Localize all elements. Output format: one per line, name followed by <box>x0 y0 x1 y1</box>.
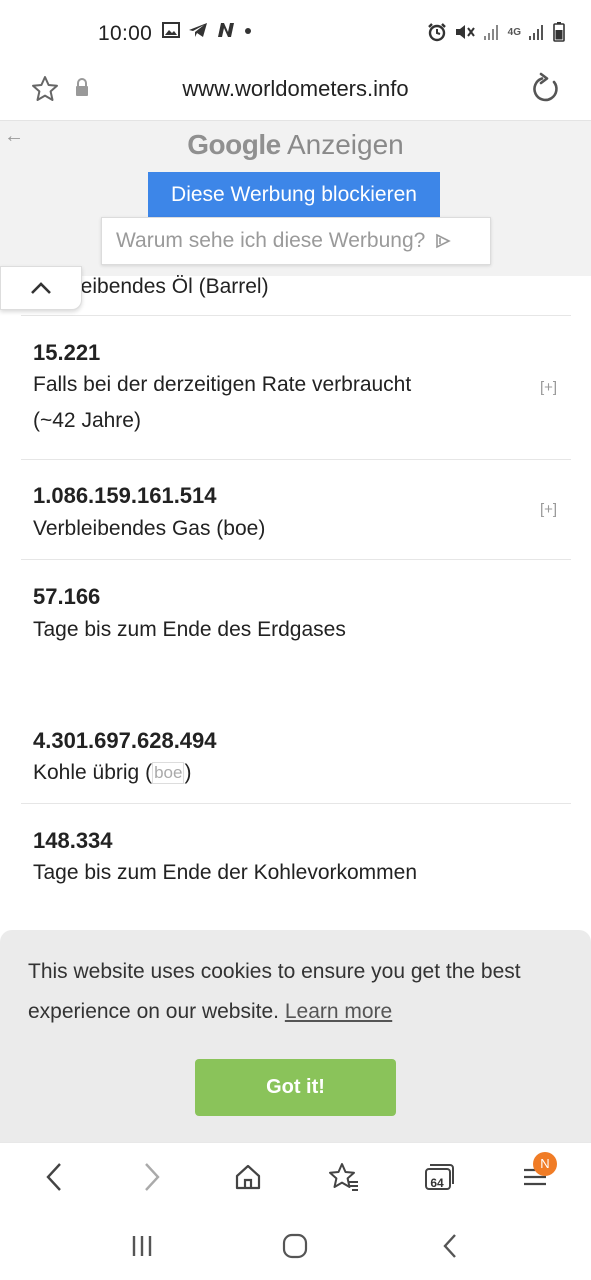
bookmarks-star-icon <box>329 1163 358 1191</box>
forward-button[interactable] <box>132 1157 172 1197</box>
learn-more-link[interactable]: Learn more <box>285 1000 392 1023</box>
google-logo: Google <box>187 129 281 160</box>
why-this-ad-button[interactable]: Warum sehe ich diese Werbung? <box>101 217 491 265</box>
tab-count: 64 <box>430 1176 444 1190</box>
back-nav-button[interactable] <box>432 1228 468 1264</box>
stat-label-prefix: Kohle übrig ( <box>33 761 153 784</box>
menu-notification-badge: N <box>533 1152 557 1176</box>
reload-icon[interactable] <box>528 72 562 106</box>
back-chevron-icon <box>443 1234 456 1258</box>
stat-label: Tage bis zum Ende der Kohlevorkommen <box>33 861 418 884</box>
status-time: 10:00 <box>98 22 153 45</box>
forward-arrow-icon <box>145 1163 160 1191</box>
back-arrow-icon <box>46 1163 61 1191</box>
telegram-icon <box>189 23 207 37</box>
stat-label: Tage bis zum Ende des Erdgases <box>33 618 346 641</box>
image-icon <box>162 22 180 38</box>
stat-label: (~42 Jahre) <box>33 409 141 432</box>
ad-choices-icon <box>436 233 452 249</box>
home-icon <box>235 1164 261 1190</box>
ad-label: Anzeigen <box>286 129 404 160</box>
stat-label-suffix: ) <box>184 761 192 784</box>
n-app-icon <box>218 23 234 37</box>
why-this-ad-label: Warum sehe ich diese Werbung? <box>116 229 426 252</box>
cookie-banner: This website uses cookies to ensure you … <box>0 930 591 1142</box>
system-icons: 4G <box>427 22 565 42</box>
stat-label: Verbleibendes Gas (boe) <box>33 517 266 540</box>
stat-label: Kohle übrig (boe) <box>33 756 191 790</box>
stat-value: 148.334 <box>33 828 113 853</box>
dot-icon <box>245 28 251 34</box>
chevron-up-icon <box>31 282 51 294</box>
recents-button[interactable] <box>124 1228 160 1264</box>
divider <box>21 559 571 560</box>
stat-label: Falls bei der derzeitigen Rate verbrauch… <box>33 373 412 396</box>
stat-value: 1.086.159.161.514 <box>33 483 217 508</box>
signal-4g-icon <box>529 25 543 40</box>
back-button[interactable] <box>34 1157 74 1197</box>
system-nav-bar <box>0 1210 591 1280</box>
expand-toggle[interactable]: [+] <box>540 379 557 396</box>
battery-icon <box>553 22 565 42</box>
notification-icons <box>162 22 252 38</box>
stat-value: 4.301.697.628.494 <box>33 728 217 753</box>
alarm-icon <box>427 23 446 42</box>
cookie-text: This website uses cookies to ensure you … <box>28 960 521 1023</box>
home-circle-icon <box>282 1233 308 1259</box>
ad-panel: ← Google Anzeigen Diese Werbung blockier… <box>0 120 591 276</box>
ad-header: Google Anzeigen <box>0 129 591 161</box>
cookie-message: This website uses cookies to ensure you … <box>28 952 548 1032</box>
divider <box>21 459 571 460</box>
expand-toggle[interactable]: [+] <box>540 501 557 518</box>
unit-chip: boe <box>152 762 185 784</box>
stat-value: 57.166 <box>33 584 101 609</box>
browser-toolbar: 64 <box>0 1142 591 1210</box>
divider <box>21 315 571 316</box>
address-bar[interactable]: www.worldometers.info <box>0 64 591 120</box>
collapse-button[interactable] <box>0 266 82 310</box>
signal-icon <box>483 25 498 40</box>
network-type: 4G <box>507 26 521 38</box>
partial-stat-label: leibendes Öl (Barrel) <box>76 275 269 298</box>
mute-icon <box>455 25 475 39</box>
url-text[interactable]: www.worldometers.info <box>0 76 591 102</box>
home-nav-button[interactable] <box>277 1228 313 1264</box>
block-ad-button[interactable]: Diese Werbung blockieren <box>148 172 440 218</box>
cookie-accept-button[interactable]: Got it! <box>195 1059 396 1116</box>
bookmarks-button[interactable] <box>324 1157 364 1197</box>
home-button[interactable] <box>228 1157 268 1197</box>
tabs-button[interactable]: 64 <box>419 1157 459 1197</box>
divider <box>21 803 571 804</box>
status-bar: 10:00 4G <box>0 0 591 64</box>
stat-value: 15.221 <box>33 340 101 365</box>
recents-icon <box>132 1236 152 1256</box>
